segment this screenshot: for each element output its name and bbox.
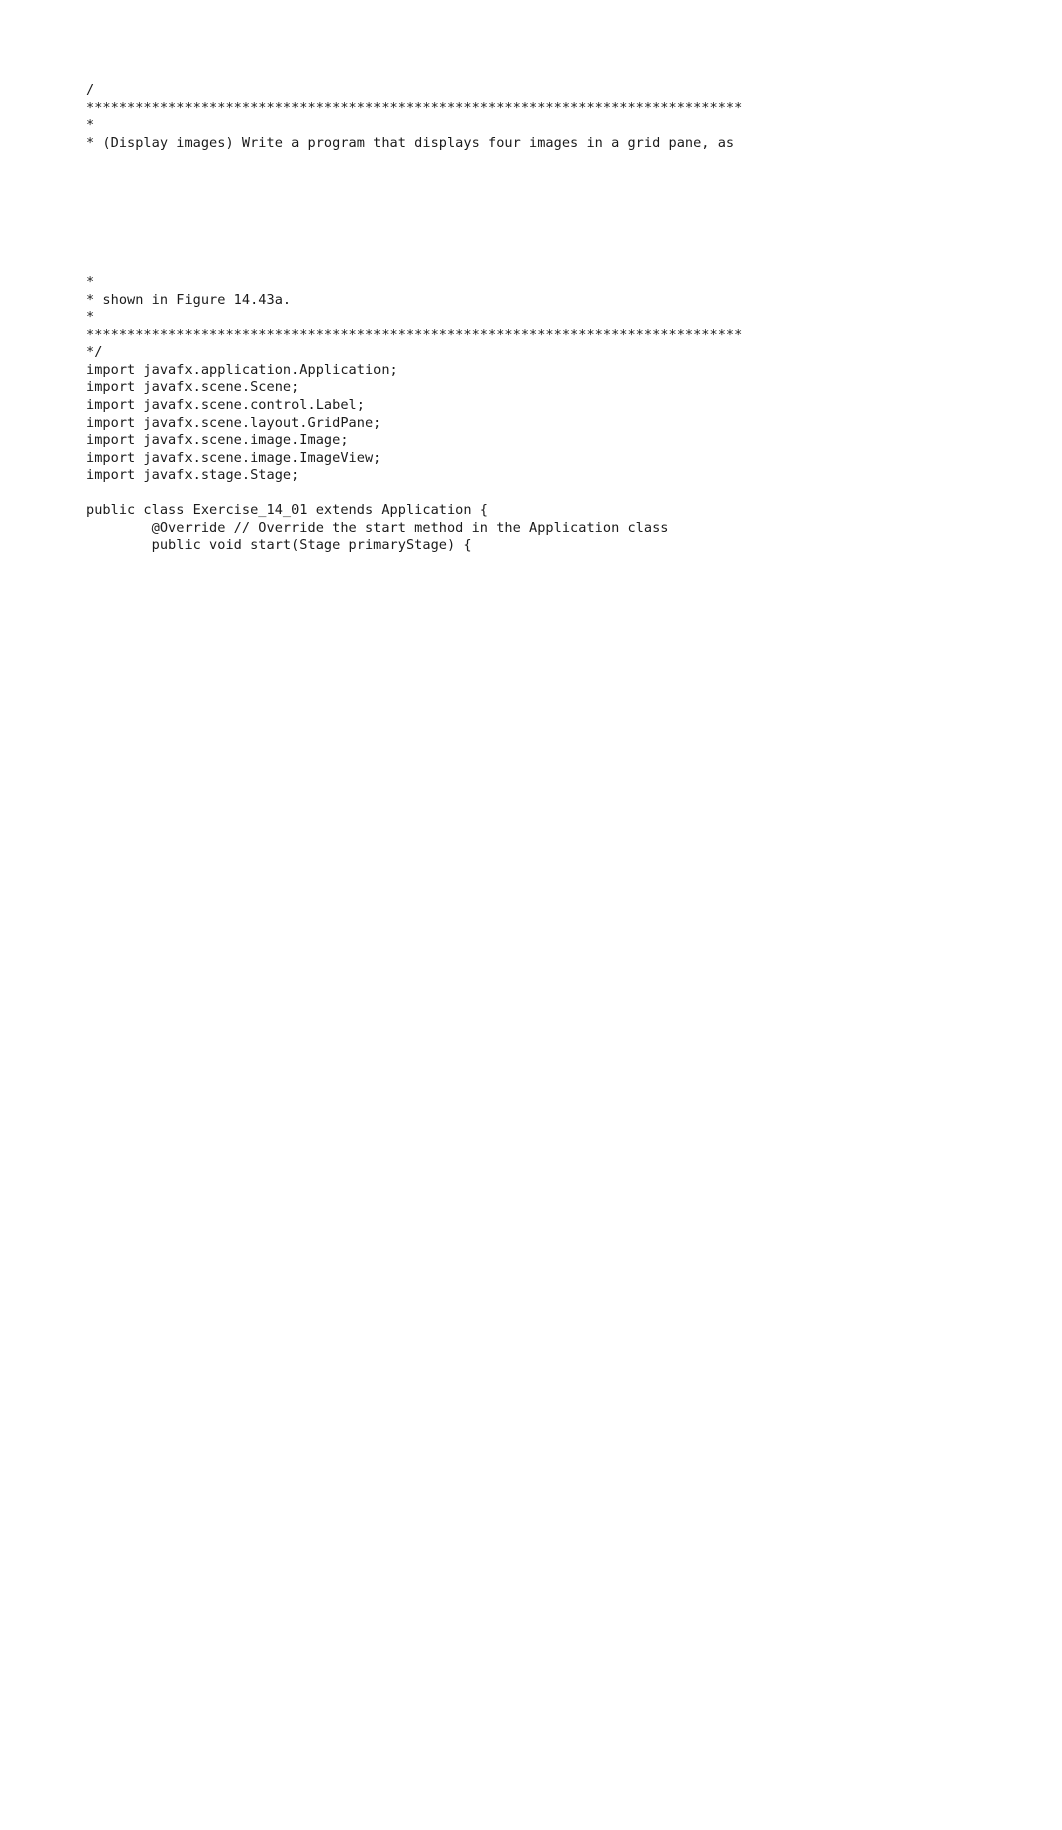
- redacted-line: [86, 698, 646, 716]
- code-line-import: import javafx.scene.image.ImageView;: [86, 449, 382, 466]
- redacted-line: [86, 751, 646, 769]
- redacted-line: [86, 576, 646, 594]
- redacted-line: [86, 716, 646, 734]
- source-code-block: / **************************************…: [86, 82, 986, 555]
- code-line-override-annotation: @Override // Override the start method i…: [86, 519, 669, 536]
- code-line: *: [86, 309, 95, 326]
- code-line: */: [86, 344, 103, 361]
- redacted-line: [86, 593, 646, 611]
- code-line-import: import javafx.scene.Scene;: [86, 379, 300, 396]
- redacted-line: [86, 769, 646, 787]
- code-line-import: import javafx.scene.control.Label;: [86, 397, 365, 414]
- redacted-tail-block: [86, 806, 486, 841]
- code-line: ****************************************…: [86, 99, 743, 116]
- redacted-line: [86, 663, 646, 681]
- document-page: / **************************************…: [0, 0, 1062, 1830]
- redacted-line: [86, 611, 646, 629]
- redacted-line: [86, 628, 646, 646]
- redacted-line: [86, 733, 646, 751]
- redacted-tail-line: [86, 806, 486, 824]
- code-line: *: [86, 117, 95, 134]
- code-line-import: import javafx.stage.Stage;: [86, 467, 300, 484]
- redacted-line: [86, 646, 646, 664]
- comment-gap: [86, 152, 986, 274]
- code-line: ****************************************…: [86, 326, 743, 343]
- redacted-line: [86, 786, 646, 804]
- code-line-import: import javafx.scene.image.Image;: [86, 432, 349, 449]
- redacted-line: [86, 681, 646, 699]
- code-line-import: import javafx.application.Application;: [86, 361, 398, 378]
- code-line: * shown in Figure 14.43a.: [86, 291, 292, 308]
- redacted-code-block: [86, 558, 646, 821]
- code-line-start-method: public void start(Stage primaryStage) {: [86, 537, 472, 554]
- code-line: * (Display images) Write a program that …: [86, 134, 735, 151]
- redacted-tail-line: [86, 824, 486, 842]
- code-line: *: [86, 274, 95, 291]
- code-line-class-declaration: public class Exercise_14_01 extends Appl…: [86, 502, 489, 519]
- code-line: /: [86, 82, 95, 98]
- redacted-line: [86, 558, 646, 576]
- code-line-import: import javafx.scene.layout.GridPane;: [86, 414, 382, 431]
